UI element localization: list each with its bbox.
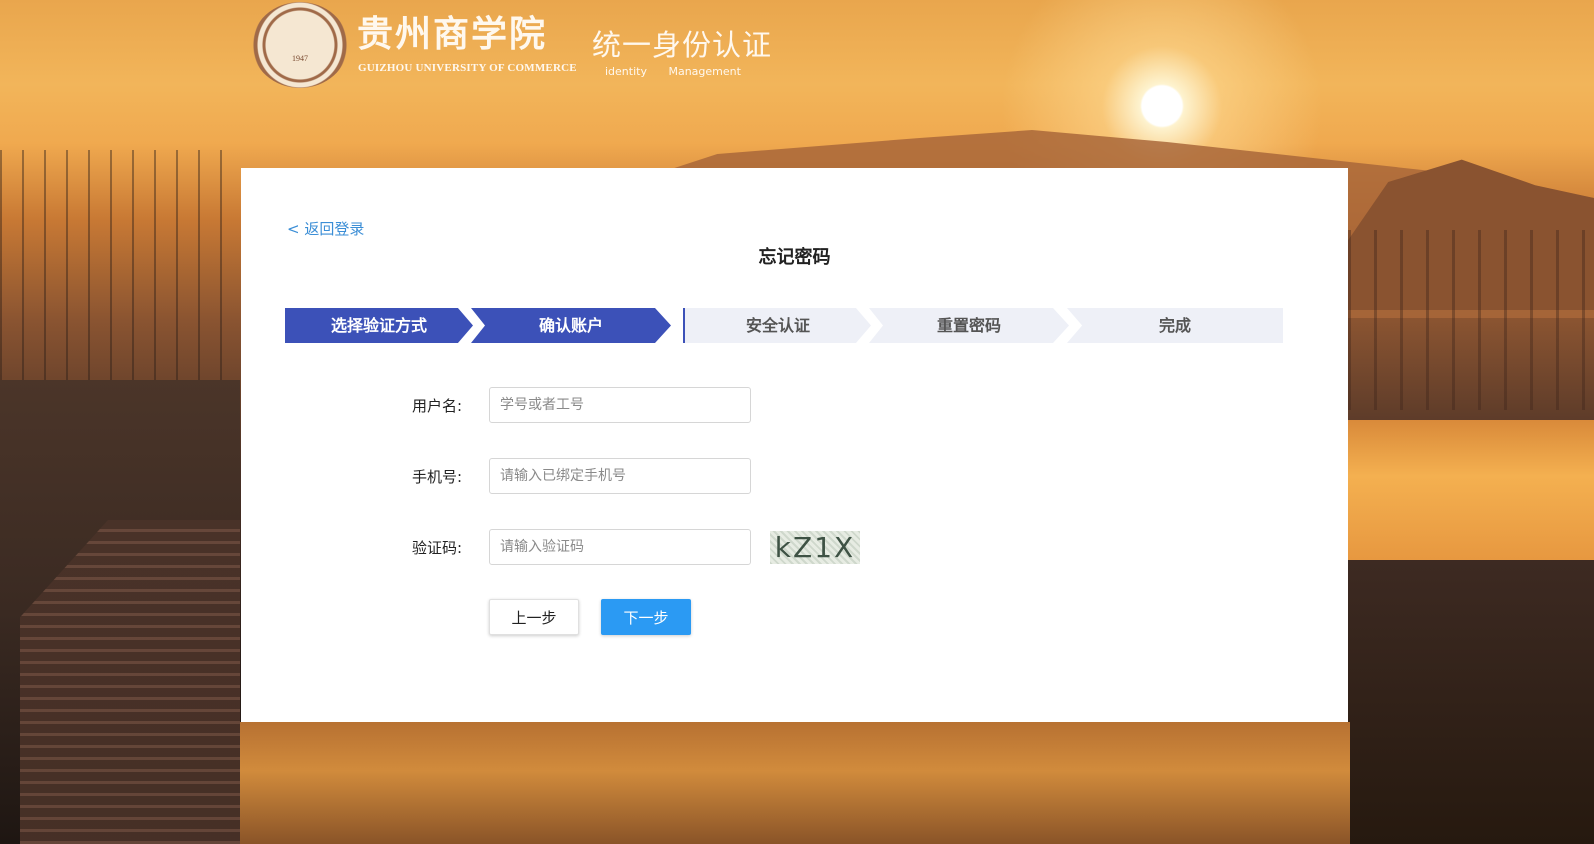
brand-name-cn: 贵州商学院 [357,13,548,55]
back-to-login-link[interactable]: < 返回登录 [287,218,364,239]
next-step-button[interactable]: 下一步 [601,599,691,635]
progress-steps: 选择验证方式 确认账户 安全认证 重置密码 完成 [285,308,1283,343]
background-lake-bottom [240,722,1350,844]
brand-name-en: GUIZHOU UNIVERSITY OF COMMERCE [358,62,577,74]
step-complete: 完成 [1067,308,1283,343]
phone-label: 手机号: [412,468,463,486]
captcha-input[interactable] [489,529,751,565]
forgot-password-panel: < 返回登录 忘记密码 选择验证方式 确认账户 安全认证 重置密码 完成 用户名… [241,168,1348,722]
captcha-image[interactable]: kZ1X [770,531,860,564]
background-trees-right [1348,230,1594,410]
step-confirm-account: 确认账户 [471,308,671,343]
seal-year: 1947 [292,54,308,63]
previous-step-button[interactable]: 上一步 [489,599,579,635]
captcha-label: 验证码: [412,539,463,557]
page-title: 忘记密码 [758,247,831,268]
step-choose-method: 选择验证方式 [285,308,473,343]
background-trees-left [0,150,240,390]
university-seal-logo: 1947 [252,2,348,88]
username-input[interactable] [489,387,751,423]
background-lake-right [1348,420,1594,560]
system-subtitle: identity Management [605,65,741,78]
background-rocks-right [1348,560,1594,844]
site-header: 1947 贵州商学院 GUIZHOU UNIVERSITY OF COMMERC… [252,2,812,92]
phone-input[interactable] [489,458,751,494]
step-reset-password: 重置密码 [869,308,1069,343]
system-title: 统一身份认证 [592,28,773,62]
username-label: 用户名: [412,397,463,415]
step-security-auth: 安全认证 [683,308,871,343]
